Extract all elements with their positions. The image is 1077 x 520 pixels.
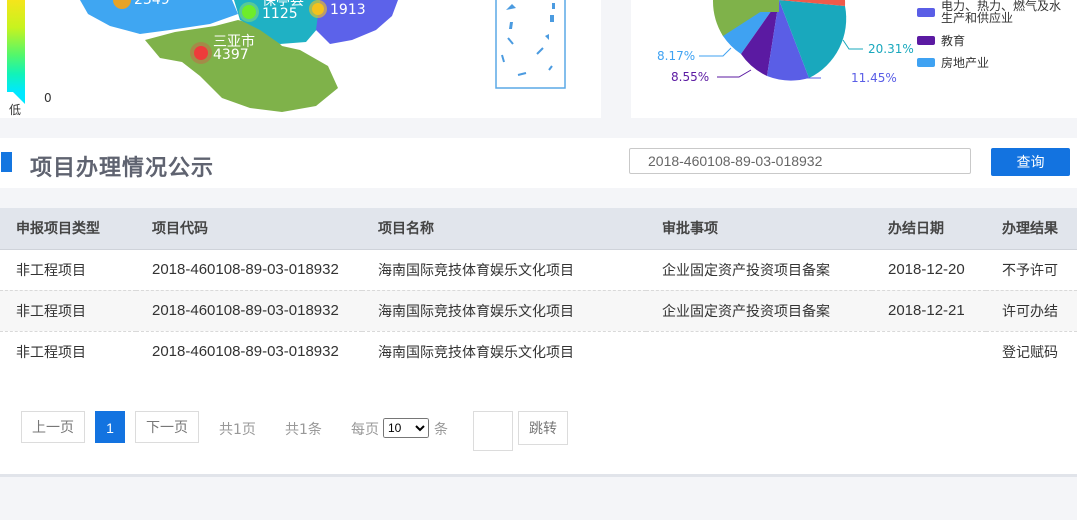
- island-shape: [550, 15, 554, 22]
- per-page-unit: 条: [434, 422, 448, 438]
- hainan-map[interactable]: [0, 0, 601, 118]
- city-marker[interactable]: [312, 3, 324, 15]
- pie-percent-label: 20.31%: [868, 42, 914, 56]
- cell-project-code: 2018-460108-89-03-018932: [136, 249, 362, 291]
- table-row[interactable]: 非工程项目 2018-460108-89-03-018932 海南国际竞技体育娱…: [0, 290, 1077, 332]
- island-shape: [517, 72, 527, 76]
- cell-project-code: 2018-460108-89-03-018932: [152, 343, 339, 360]
- cell-completion-date: 2018-12-20: [872, 249, 986, 291]
- island-shape: [548, 65, 553, 71]
- per-page-label: 每页: [351, 422, 379, 438]
- city-value-label: 2349: [134, 0, 170, 8]
- island-shape: [552, 3, 555, 9]
- cell-approval-item: [646, 331, 872, 372]
- project-code-search-input[interactable]: [629, 148, 971, 174]
- island-shape: [506, 4, 516, 10]
- section-header: 项目办理情况公示 查询: [0, 138, 1077, 188]
- cell-result: 许可办结: [986, 290, 1077, 332]
- legend-swatch: [917, 8, 935, 17]
- island-shape: [545, 34, 549, 40]
- cell-project-name: 海南国际竞技体育娱乐文化项目: [378, 344, 574, 361]
- island-shape: [536, 47, 544, 55]
- column-header: 项目名称: [362, 208, 646, 250]
- leader-line: [717, 69, 752, 78]
- island-shape: [507, 37, 514, 45]
- cell-project-type: 非工程项目: [16, 344, 86, 361]
- cell-result: 不予许可: [986, 249, 1077, 291]
- city-marker[interactable]: [194, 46, 208, 60]
- city-marker[interactable]: [242, 5, 256, 19]
- page-number-button[interactable]: 1: [95, 411, 125, 443]
- legend-label[interactable]: 房地产业: [941, 57, 989, 69]
- pie-percent-label: 8.17%: [657, 49, 696, 63]
- cell-project-name: 海南国际竞技体育娱乐文化项目: [362, 290, 646, 332]
- legend-label[interactable]: 生产和供应业: [941, 12, 1013, 24]
- next-page-button[interactable]: 下一页: [135, 411, 199, 443]
- section-title: 项目办理情况公示: [30, 156, 215, 181]
- cell-completion-date: [872, 331, 986, 372]
- cell-completion-date: 2018-12-21: [872, 290, 986, 332]
- islands-inset-box: [495, 0, 566, 89]
- map-panel: 低 0 2349 保亭县 1125 1913 三亚市 4397: [0, 0, 601, 118]
- jump-page-input[interactable]: [473, 411, 513, 451]
- city-value-label: 4397: [213, 47, 249, 63]
- legend-swatch: [917, 36, 935, 45]
- cell-project-type: 非工程项目: [0, 249, 136, 291]
- cell-project-code: 2018-460108-89-03-018932: [136, 290, 362, 332]
- pagination: 上一页 1 下一页 共1页 共1条 每页 10 条 跳转: [0, 411, 1077, 451]
- cell-result: 登记赋码: [1002, 344, 1058, 361]
- legend-swatch: [917, 58, 935, 67]
- island-shape: [509, 22, 513, 29]
- table-row[interactable]: 非工程项目 2018-460108-89-03-018932 海南国际竞技体育娱…: [0, 331, 1077, 372]
- total-items-text: 共1条: [285, 422, 322, 438]
- prev-page-button[interactable]: 上一页: [21, 411, 85, 443]
- leader-line: [842, 39, 863, 50]
- table-header-row: 申报项目类型 项目代码 项目名称 审批事项 办结日期 办理结果: [0, 208, 1077, 250]
- project-table: 申报项目类型 项目代码 项目名称 审批事项 办结日期 办理结果 非工程项目 20…: [0, 208, 1077, 372]
- cell-project-type: 非工程项目: [0, 290, 136, 332]
- column-header: 办理结果: [986, 208, 1077, 250]
- legend-label[interactable]: 教育: [941, 35, 965, 47]
- column-header: 审批事项: [646, 208, 872, 250]
- section-marker: [1, 152, 12, 172]
- city-value-label: 1125: [262, 6, 298, 22]
- column-header: 项目代码: [136, 208, 362, 250]
- pie-slice[interactable]: [715, 0, 779, 12]
- total-pages-text: 共1页: [219, 422, 256, 438]
- pie-percent-label: 8.55%: [671, 70, 710, 84]
- leader-line: [699, 47, 732, 57]
- table-row[interactable]: 非工程项目 2018-460108-89-03-018932 海南国际竞技体育娱…: [0, 249, 1077, 291]
- pie-panel: 20.31% 11.45% 8.55% 8.17% 电力、热力、燃气及水 生产和…: [631, 0, 1077, 118]
- cell-approval-item: 企业固定资产投资项目备案: [646, 290, 872, 332]
- per-page-select[interactable]: 10: [383, 418, 429, 438]
- cell-project-name: 海南国际竞技体育娱乐文化项目: [362, 249, 646, 291]
- pie-percent-label: 11.45%: [851, 71, 897, 85]
- city-value-label: 1913: [330, 2, 366, 18]
- jump-button[interactable]: 跳转: [518, 411, 568, 445]
- column-header: 办结日期: [872, 208, 986, 250]
- column-header: 申报项目类型: [0, 208, 136, 250]
- search-button[interactable]: 查询: [991, 148, 1070, 176]
- cell-approval-item: 企业固定资产投资项目备案: [646, 249, 872, 291]
- island-shape: [501, 54, 505, 63]
